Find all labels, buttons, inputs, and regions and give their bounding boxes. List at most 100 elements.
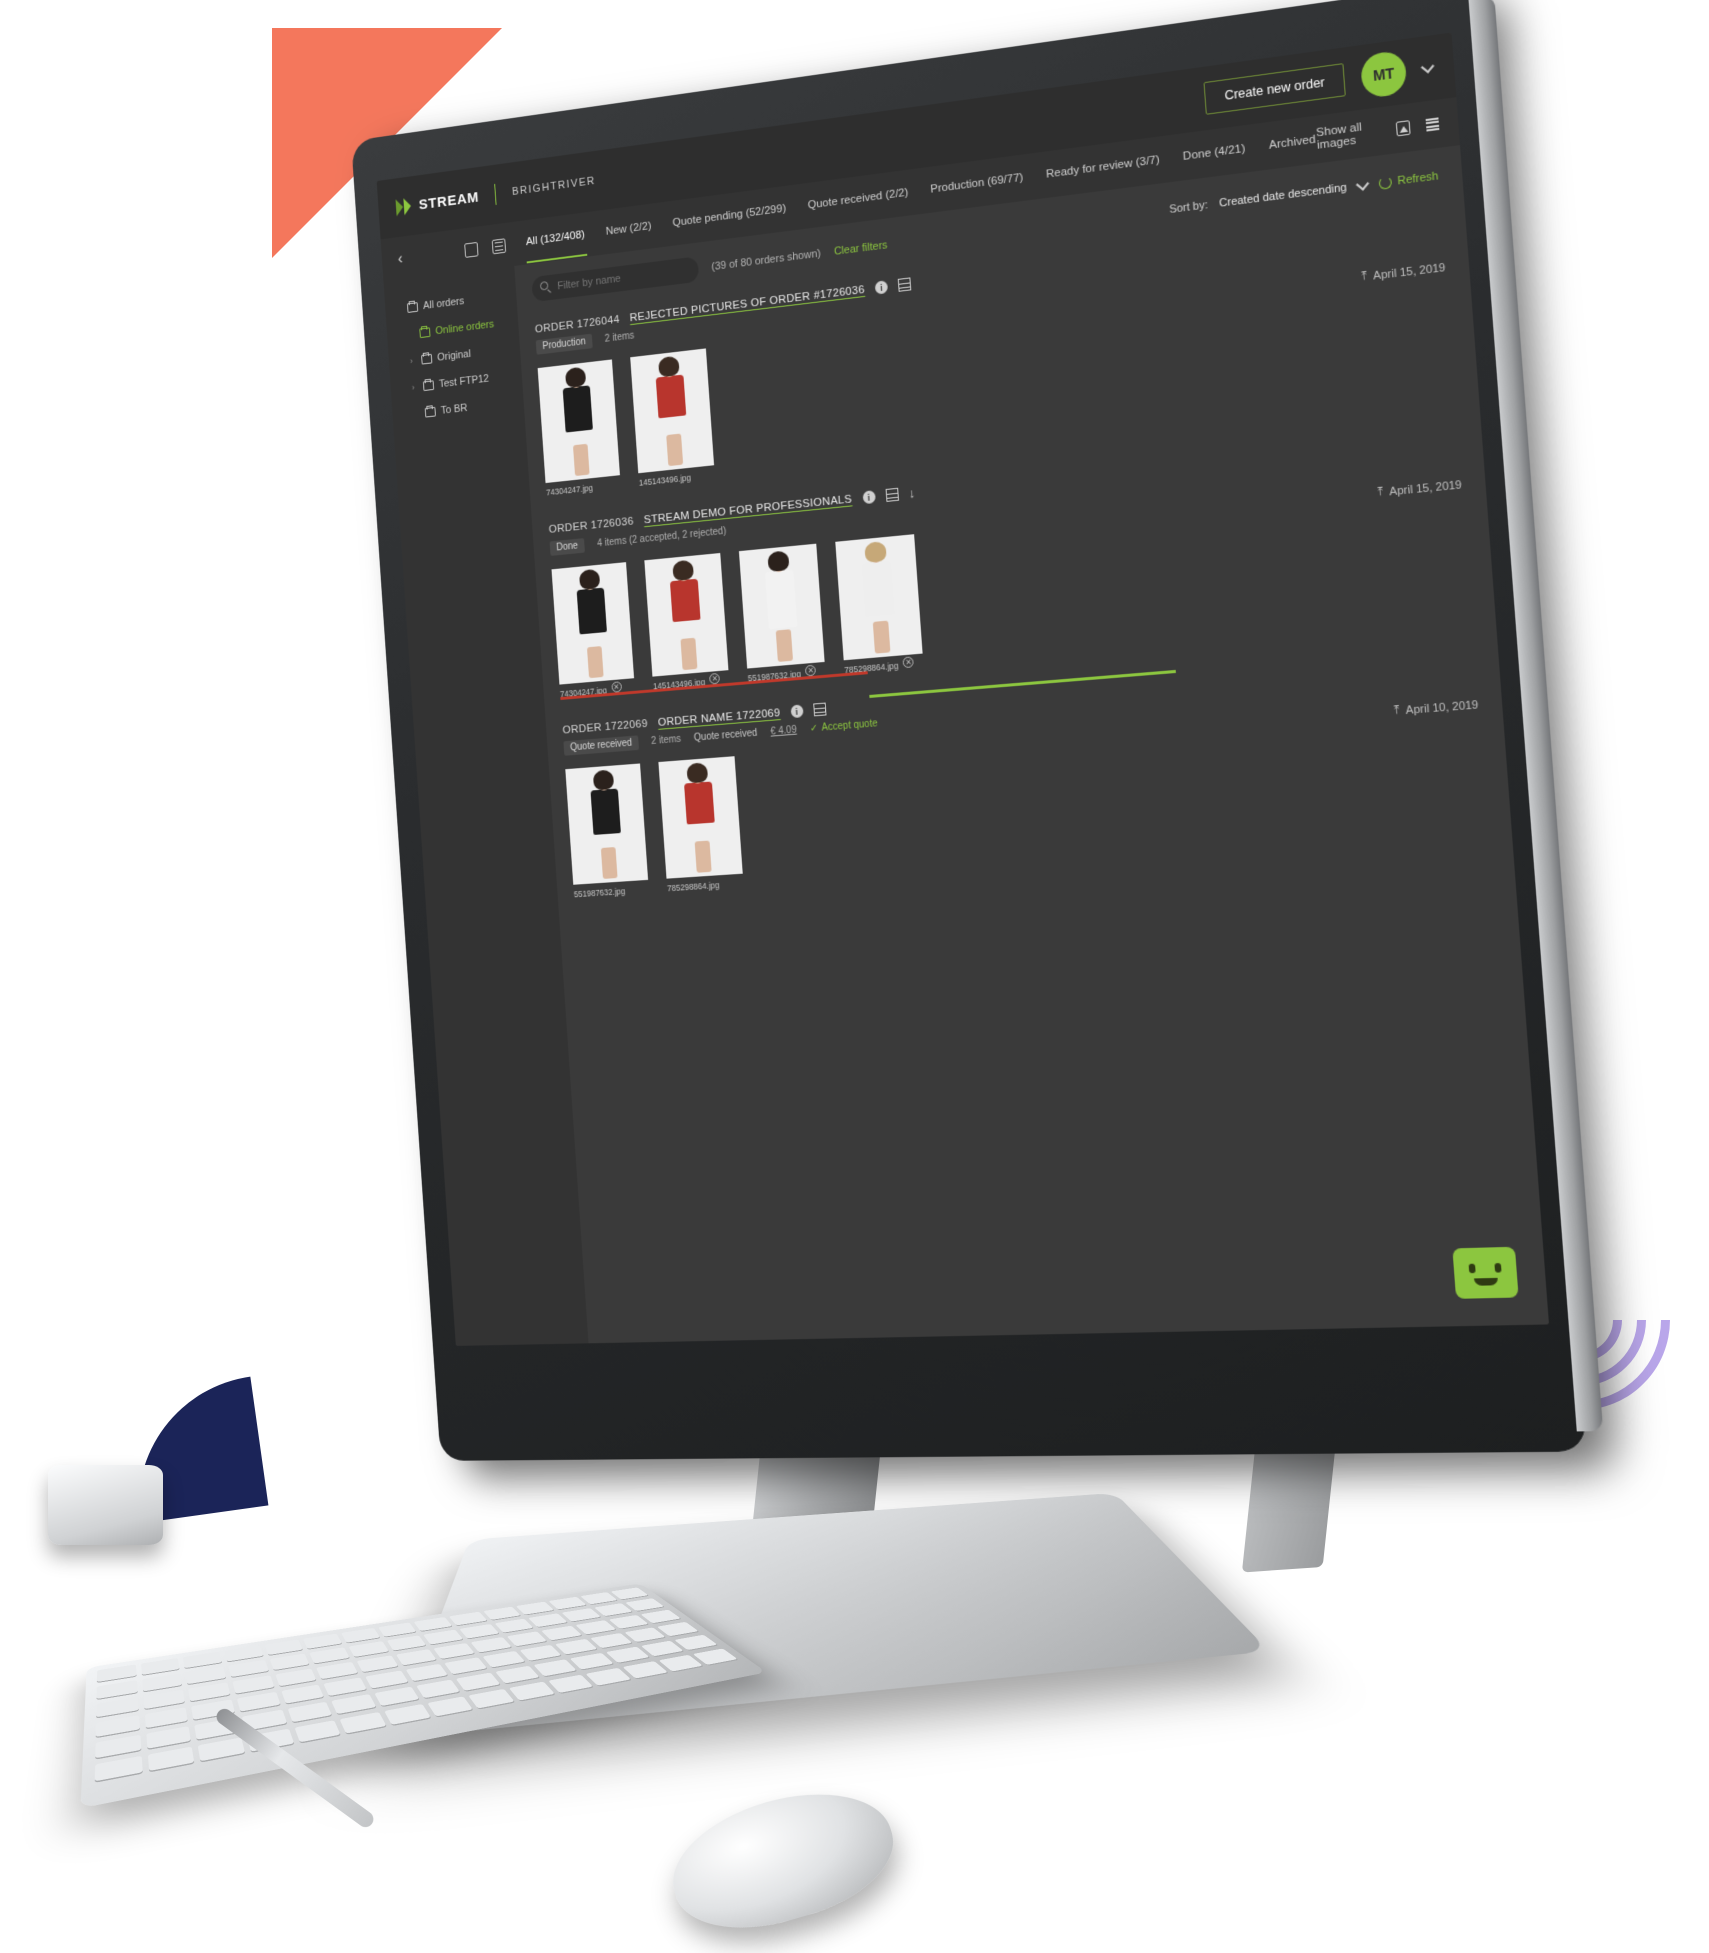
- thumbnail-image[interactable]: [551, 562, 635, 685]
- thumbnail-image[interactable]: [630, 348, 715, 474]
- tab-new[interactable]: New (2/2): [604, 216, 653, 241]
- order-items-count: 2 items: [650, 733, 682, 747]
- keyboard-key: [482, 1650, 525, 1668]
- orders-list: ORDER 1726044 REJECTED PICTURES OF ORDER …: [535, 213, 1489, 899]
- order-details-grid-icon[interactable]: [897, 277, 912, 292]
- show-all-images-toggle[interactable]: Show all images: [1316, 119, 1382, 152]
- thumbnail-image[interactable]: [658, 756, 743, 879]
- keyboard-key: [280, 1684, 325, 1704]
- keyboard-key: [188, 1682, 231, 1702]
- keyboard-key: [96, 1697, 139, 1718]
- keyboard-key: [356, 1655, 398, 1673]
- status-badge: Production: [535, 333, 593, 355]
- back-arrow-icon[interactable]: ‹: [397, 249, 403, 269]
- chat-bot-badge[interactable]: [1452, 1246, 1519, 1299]
- order-info-icon[interactable]: i: [790, 704, 804, 719]
- expand-caret-icon[interactable]: ›: [410, 356, 417, 366]
- keyboard-key: [287, 1701, 333, 1723]
- search-input[interactable]: [531, 256, 700, 303]
- order-details-grid-icon[interactable]: [885, 487, 899, 502]
- thumbnail-item[interactable]: 785298864.jpg: [658, 756, 743, 893]
- thumbnail-image[interactable]: [537, 359, 620, 484]
- thumbnail-item[interactable]: 145143496.jpg: [630, 348, 715, 488]
- keyboard-key: [516, 1601, 555, 1615]
- search-field-wrap: [531, 256, 700, 303]
- table-view-icon[interactable]: [491, 237, 506, 254]
- keyboard-key: [384, 1704, 431, 1725]
- sort-by-value[interactable]: Created date descending: [1219, 182, 1348, 210]
- expand-caret-icon[interactable]: [396, 309, 402, 310]
- download-icon[interactable]: ↓: [908, 485, 916, 501]
- tab-archived[interactable]: Archived: [1267, 129, 1317, 156]
- keyboard-key: [94, 1755, 143, 1782]
- keyboard-key: [548, 1596, 587, 1610]
- refresh-button[interactable]: Refresh: [1379, 170, 1439, 190]
- keyboard-key: [264, 1639, 304, 1656]
- thumbnail-image[interactable]: [565, 763, 649, 885]
- keyboard-key: [275, 1668, 317, 1687]
- keyboard-key: [585, 1667, 632, 1686]
- order-info-icon[interactable]: i: [874, 280, 889, 295]
- scene: STREAM BRIGHTRIVER Create new order MT ‹: [0, 0, 1709, 1953]
- folder-icon: [406, 302, 419, 313]
- order-details-grid-icon[interactable]: [812, 702, 827, 717]
- keyboard-key: [236, 1691, 281, 1712]
- keyboard-key: [533, 1659, 577, 1677]
- sidebar-item-label: To BR: [440, 402, 468, 417]
- avatar[interactable]: MT: [1359, 49, 1408, 100]
- check-icon: ✓: [809, 723, 819, 735]
- thumbnail-item[interactable]: 551987632.jpg ✕: [738, 543, 826, 683]
- monitor: STREAM BRIGHTRIVER Create new order MT ‹: [351, 0, 1604, 1461]
- expand-caret-icon[interactable]: [408, 334, 414, 335]
- keyboard-key: [470, 1637, 512, 1653]
- chevron-down-icon[interactable]: [1420, 59, 1435, 73]
- desk-puck: [48, 1465, 163, 1545]
- search-icon: [539, 280, 549, 291]
- keyboard-key: [309, 1647, 350, 1664]
- quote-received-label: Quote received: [693, 727, 758, 744]
- filter-panel-icon[interactable]: [463, 241, 479, 258]
- accept-quote-label: Accept quote: [821, 718, 878, 734]
- order-id: ORDER 1726036: [548, 515, 635, 536]
- order-id: ORDER 1722069: [562, 717, 649, 737]
- accept-quote-button[interactable]: ✓ Accept quote: [810, 718, 878, 734]
- thumbnail-image[interactable]: [835, 534, 923, 661]
- refresh-icon: [1379, 175, 1393, 190]
- keyboard-key: [323, 1677, 367, 1696]
- thumbnail-item[interactable]: 74304247.jpg ✕: [551, 562, 636, 699]
- order-info-icon[interactable]: i: [862, 490, 876, 505]
- tab-done[interactable]: Done (4/21): [1181, 138, 1247, 167]
- folder-icon: [424, 406, 436, 418]
- sort-chevron-down-icon[interactable]: [1356, 177, 1370, 191]
- thumbnail-filename: 551987632.jpg: [573, 886, 626, 900]
- thumbnail-item[interactable]: 145143496.jpg ✕: [644, 552, 729, 691]
- tab-production[interactable]: Production (69/77): [929, 168, 1025, 200]
- thumbnail-image[interactable]: [644, 552, 729, 677]
- clear-filters-link[interactable]: Clear filters: [834, 239, 888, 258]
- upload-date-icon: ⤒: [1377, 485, 1384, 499]
- keyboard-key: [625, 1598, 665, 1611]
- expand-caret-icon[interactable]: [414, 413, 420, 414]
- keyboard-key: [547, 1674, 594, 1693]
- thumbnail-image[interactable]: [738, 543, 825, 669]
- tab-quote[interactable]: Quote received (2/2): [806, 183, 910, 216]
- keyboard-key: [561, 1608, 601, 1622]
- tab-quote[interactable]: Quote pending (52/299): [671, 199, 788, 233]
- keyboard-key: [494, 1618, 534, 1633]
- sidebar-item-label: Original: [436, 348, 472, 364]
- rejected-status-icon[interactable]: ✕: [902, 656, 915, 669]
- upload-date-icon: ⤒: [1361, 269, 1368, 283]
- thumbnail-item[interactable]: 785298864.jpg ✕: [835, 534, 923, 675]
- list-view-icon[interactable]: [1425, 116, 1440, 132]
- create-new-order-button[interactable]: Create new order: [1203, 63, 1346, 115]
- keyboard-key: [590, 1633, 632, 1649]
- thumbnail-item[interactable]: 551987632.jpg: [565, 763, 649, 899]
- tab-ready[interactable]: Ready for review (3/7): [1044, 150, 1161, 185]
- tab-all[interactable]: All (132/408): [524, 225, 586, 252]
- thumbnail-item[interactable]: 74304247.jpg: [537, 359, 621, 497]
- image-view-icon[interactable]: [1396, 120, 1411, 137]
- keyboard-key: [605, 1646, 650, 1663]
- keyboard-key: [459, 1624, 499, 1639]
- thumbnail-filename: 145143496.jpg: [638, 472, 692, 488]
- expand-caret-icon[interactable]: ›: [412, 382, 419, 393]
